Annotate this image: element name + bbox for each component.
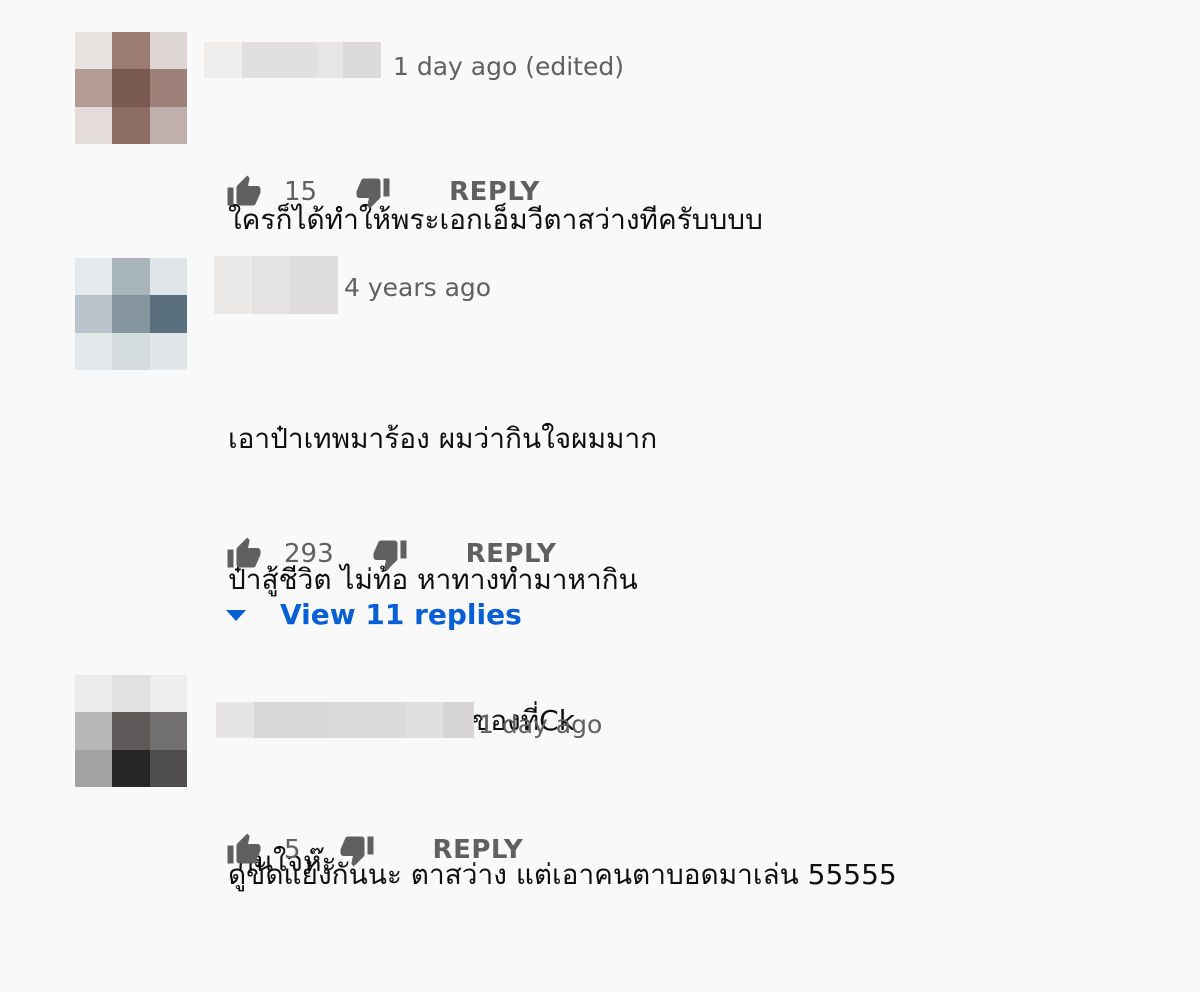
comment-timestamp[interactable]: 4 years ago [344, 273, 491, 302]
thumbs-up-icon[interactable] [226, 174, 262, 210]
caret-down-icon [226, 610, 246, 621]
thumbs-up-icon[interactable] [226, 536, 262, 572]
author-name-blurred[interactable] [216, 702, 474, 738]
thumbs-down-icon[interactable] [372, 536, 408, 572]
thumbs-up-icon[interactable] [226, 832, 262, 868]
comment-actions: 15 REPLY [226, 172, 540, 212]
thumbs-down-icon[interactable] [355, 174, 391, 210]
reply-button[interactable]: REPLY [449, 177, 540, 207]
avatar[interactable] [75, 258, 187, 370]
thumbs-down-icon[interactable] [339, 832, 375, 868]
comment-timestamp[interactable]: 1 day ago (edited) [393, 52, 624, 81]
comments-section: { "comments": [ { "timestamp": "1 day ag… [0, 0, 1200, 899]
comment-timestamp[interactable]: 1 day ago [478, 710, 602, 739]
like-count: 293 [284, 539, 334, 569]
author-name-blurred[interactable] [214, 256, 338, 314]
avatar[interactable] [75, 32, 187, 144]
avatar[interactable] [75, 675, 187, 787]
comment-actions: 293 REPLY [226, 534, 556, 574]
comment-actions: 5 REPLY [226, 830, 523, 870]
reply-button[interactable]: REPLY [466, 539, 557, 569]
view-replies-label: View 11 replies [280, 598, 522, 631]
reply-button[interactable]: REPLY [433, 835, 524, 865]
comment-text: ดูขัดแย้งกันนะ ตาสว่าง แต่เอาคนตาบอดมาเล… [228, 757, 897, 992]
like-count: 5 [284, 835, 301, 865]
view-replies-button[interactable]: View 11 replies [226, 598, 522, 631]
like-count: 15 [284, 177, 318, 207]
comment-line: เอาป๋าเทพมาร้อง ผมว่ากินใจผมมาก [228, 422, 658, 455]
author-name-blurred[interactable] [204, 42, 381, 78]
